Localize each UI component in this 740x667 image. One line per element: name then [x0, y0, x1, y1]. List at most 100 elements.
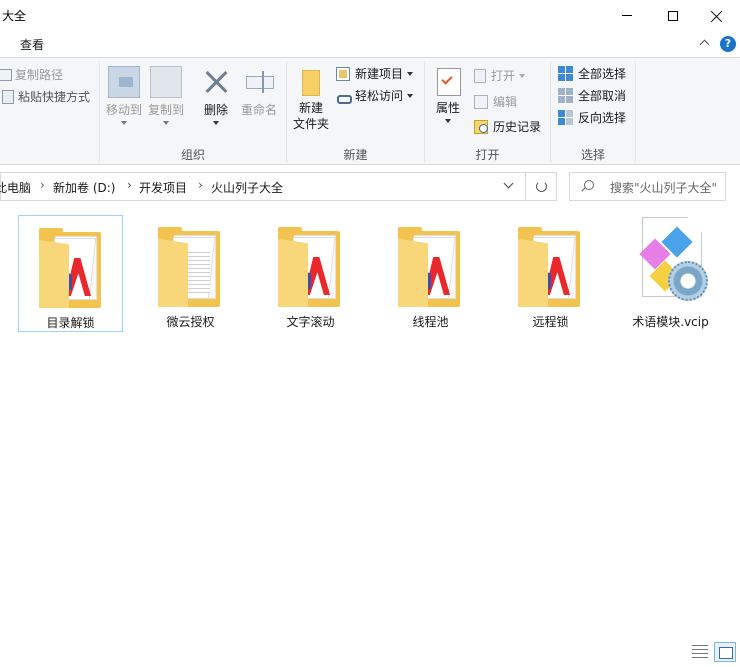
history-label: 历史记录	[493, 120, 542, 134]
folder-item[interactable]: 远程锁	[498, 215, 603, 332]
folder-logo-icon	[398, 227, 460, 307]
move-to-button[interactable]: 移动到	[104, 66, 144, 125]
copy-to-button[interactable]: 复制到	[146, 66, 186, 125]
folder-item[interactable]: 线程池	[378, 215, 483, 332]
invert-selection-icon	[558, 110, 573, 125]
copy-to-icon	[150, 66, 182, 98]
details-view-icon[interactable]	[692, 645, 708, 659]
paste-shortcut-icon	[2, 89, 14, 104]
new-folder-button[interactable]: 新建 文件夹	[290, 66, 332, 132]
properties-button[interactable]: 属性	[430, 66, 466, 123]
folder-logo-icon	[39, 228, 101, 308]
rename-icon	[243, 66, 275, 98]
delete-icon	[200, 66, 232, 98]
properties-icon	[435, 66, 461, 96]
item-name: 线程池	[412, 315, 449, 329]
group-separator	[635, 62, 636, 162]
chevron-down-icon	[163, 121, 169, 125]
help-icon[interactable]: ?	[720, 36, 736, 52]
copy-path-button[interactable]: 复制路径	[0, 66, 63, 83]
paste-shortcut-label: 粘贴快捷方式	[18, 90, 91, 104]
paste-shortcut-button[interactable]: 粘贴快捷方式	[2, 88, 90, 105]
open-icon	[474, 68, 486, 83]
select-all-label: 全部选择	[578, 67, 627, 81]
open-label: 打开	[491, 69, 516, 83]
select-group-label: 选择	[580, 148, 605, 162]
history-icon	[474, 119, 488, 134]
invert-selection-label: 反向选择	[578, 111, 627, 125]
large-icons-view-icon[interactable]	[714, 642, 736, 662]
rename-label: 重命名	[240, 103, 277, 117]
select-none-button[interactable]: 全部取消	[558, 87, 626, 104]
new-folder-icon	[298, 66, 324, 96]
search-placeholder: 搜索"火山列子大全"	[610, 181, 718, 195]
select-all-button[interactable]: 全部选择	[558, 65, 626, 82]
edit-icon	[474, 94, 488, 109]
copy-to-label: 复制到	[147, 103, 184, 117]
delete-label: 删除	[203, 103, 228, 117]
maximize-button[interactable]	[650, 0, 696, 31]
breadcrumb-separator[interactable]: ›	[198, 178, 203, 192]
select-none-label: 全部取消	[578, 89, 627, 103]
new-item-icon	[336, 66, 350, 81]
minimize-button[interactable]	[604, 0, 650, 31]
file-list[interactable]: 目录解锁 微云授权 文字滚动 线程池 远程锁 术语模块.vcip	[0, 205, 740, 637]
folder-item[interactable]: 微云授权	[138, 215, 243, 332]
breadcrumb-drive[interactable]: 新加卷 (D:)	[53, 179, 115, 196]
rename-button[interactable]: 重命名	[238, 66, 280, 118]
new-folder-label-line2: 文件夹	[292, 117, 329, 131]
maximize-icon	[668, 10, 678, 21]
chevron-down-icon	[213, 121, 219, 125]
item-name: 微云授权	[166, 315, 215, 329]
address-bar[interactable]: 此电脑 › 新加卷 (D:) › 开发项目 › 火山列子大全	[0, 172, 556, 201]
move-to-label: 移动到	[105, 103, 142, 117]
new-item-label: 新建项目	[355, 67, 404, 81]
chevron-down-icon	[519, 73, 526, 78]
vcip-file-icon	[632, 217, 712, 311]
breadcrumb-current-folder[interactable]: 火山列子大全	[211, 179, 283, 196]
chevron-down-icon	[445, 119, 451, 123]
folder-item[interactable]: 目录解锁	[18, 215, 123, 332]
breadcrumb-separator[interactable]: ›	[127, 178, 132, 192]
address-history-chevron-icon[interactable]	[501, 178, 517, 194]
chevron-down-icon	[121, 121, 127, 125]
new-group-label: 新建	[343, 148, 368, 162]
edit-label: 编辑	[493, 95, 518, 109]
ribbon: 复制路径 粘贴快捷方式 移动到 复制到 删除 重命名 组织 新建 文件夹 新建项…	[0, 57, 740, 165]
new-item-button[interactable]: 新建项目	[336, 65, 414, 82]
copy-path-label: 复制路径	[15, 68, 64, 82]
new-folder-label-line1: 新建	[298, 101, 323, 115]
item-name: 文字滚动	[286, 315, 335, 329]
refresh-button[interactable]	[525, 172, 557, 201]
open-button[interactable]: 打开	[474, 67, 526, 84]
edit-button[interactable]: 编辑	[474, 93, 517, 110]
title-bar: 大全	[0, 0, 740, 31]
ribbon-tabs: 查看 ?	[0, 31, 740, 57]
select-all-icon	[558, 66, 573, 81]
select-none-icon	[558, 88, 573, 103]
easy-access-button[interactable]: 轻松访问	[336, 87, 414, 104]
folder-logo-icon	[278, 227, 340, 307]
minimize-icon	[622, 15, 632, 16]
search-input[interactable]: 搜索"火山列子大全"	[569, 172, 726, 201]
invert-selection-button[interactable]: 反向选择	[558, 109, 626, 126]
chevron-down-icon	[407, 71, 414, 76]
delete-button[interactable]: 删除	[197, 66, 235, 125]
tab-view[interactable]: 查看	[20, 36, 44, 53]
organize-group-label: 组织	[180, 148, 205, 162]
breadcrumb-projects[interactable]: 开发项目	[139, 179, 187, 196]
breadcrumb-this-pc[interactable]: 此电脑	[0, 179, 31, 196]
properties-label: 属性	[435, 101, 460, 115]
status-bar	[0, 637, 740, 667]
history-button[interactable]: 历史记录	[474, 118, 541, 135]
easy-access-icon	[336, 89, 352, 104]
file-item[interactable]: 术语模块.vcip	[618, 215, 723, 332]
folder-item[interactable]: 文字滚动	[258, 215, 363, 332]
move-to-icon	[108, 66, 140, 98]
collapse-ribbon-icon[interactable]	[699, 37, 711, 49]
close-button[interactable]	[694, 0, 740, 31]
close-icon	[711, 10, 723, 22]
item-name: 目录解锁	[46, 316, 95, 330]
easy-access-label: 轻松访问	[355, 89, 404, 103]
breadcrumb-separator[interactable]: ›	[40, 178, 45, 192]
